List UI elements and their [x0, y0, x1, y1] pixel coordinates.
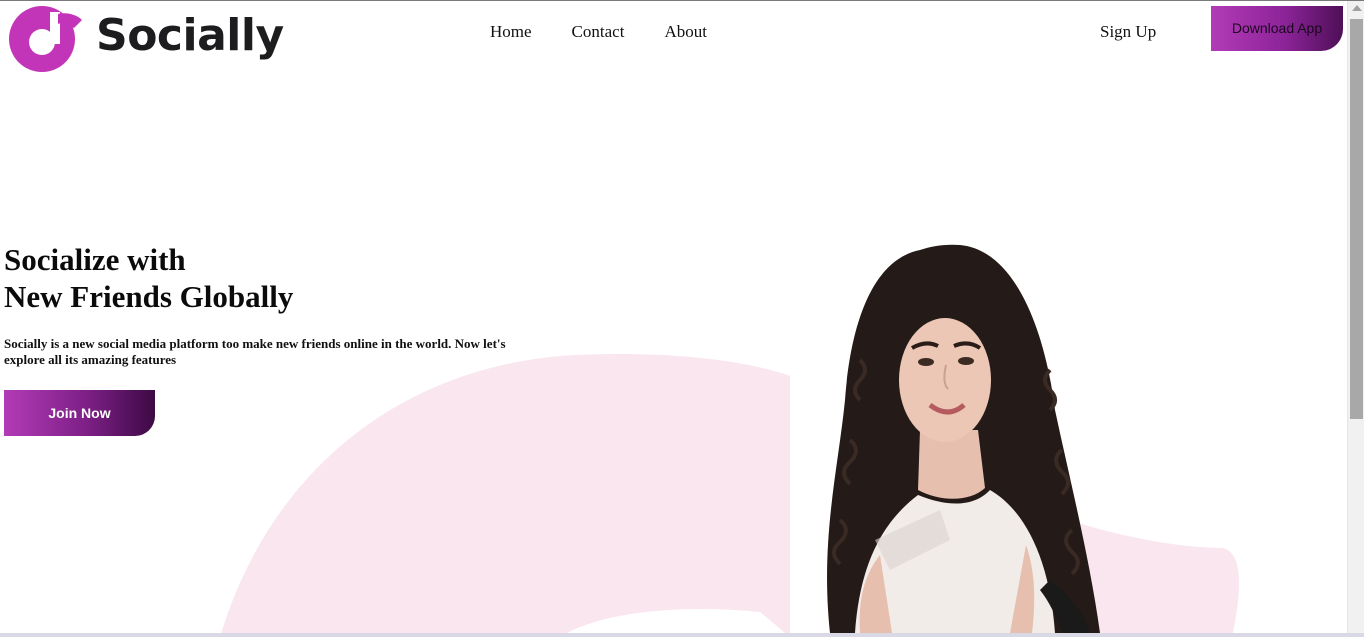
scroll-up-icon[interactable] [1352, 5, 1362, 11]
hero-description: Socially is a new social media platform … [4, 336, 506, 367]
hero-portrait-image [827, 244, 1100, 633]
brand-name: Socially [96, 10, 284, 61]
nav-contact[interactable]: Contact [572, 22, 625, 42]
download-app-button[interactable]: Download App [1211, 6, 1343, 51]
hero-title-line1: Socialize with [4, 242, 186, 277]
hero-title-line2: New Friends Globally [4, 279, 294, 314]
background-decoration [220, 354, 1240, 637]
main-nav: Home Contact About [490, 22, 707, 42]
sign-up-link[interactable]: Sign Up [1100, 22, 1156, 42]
logo[interactable] [4, 6, 82, 72]
hero-title: Socialize with New Friends Globally [4, 241, 293, 315]
window-bottom-border [0, 633, 1364, 637]
nav-home[interactable]: Home [490, 22, 532, 42]
socially-logo-icon [9, 6, 82, 72]
download-app-label: Download App [1231, 19, 1323, 36]
vertical-scrollbar[interactable] [1347, 1, 1364, 633]
nav-about[interactable]: About [664, 22, 707, 42]
join-now-button[interactable]: Join Now [4, 390, 155, 436]
window-top-border [0, 0, 1364, 1]
scrollbar-thumb[interactable] [1350, 19, 1363, 419]
